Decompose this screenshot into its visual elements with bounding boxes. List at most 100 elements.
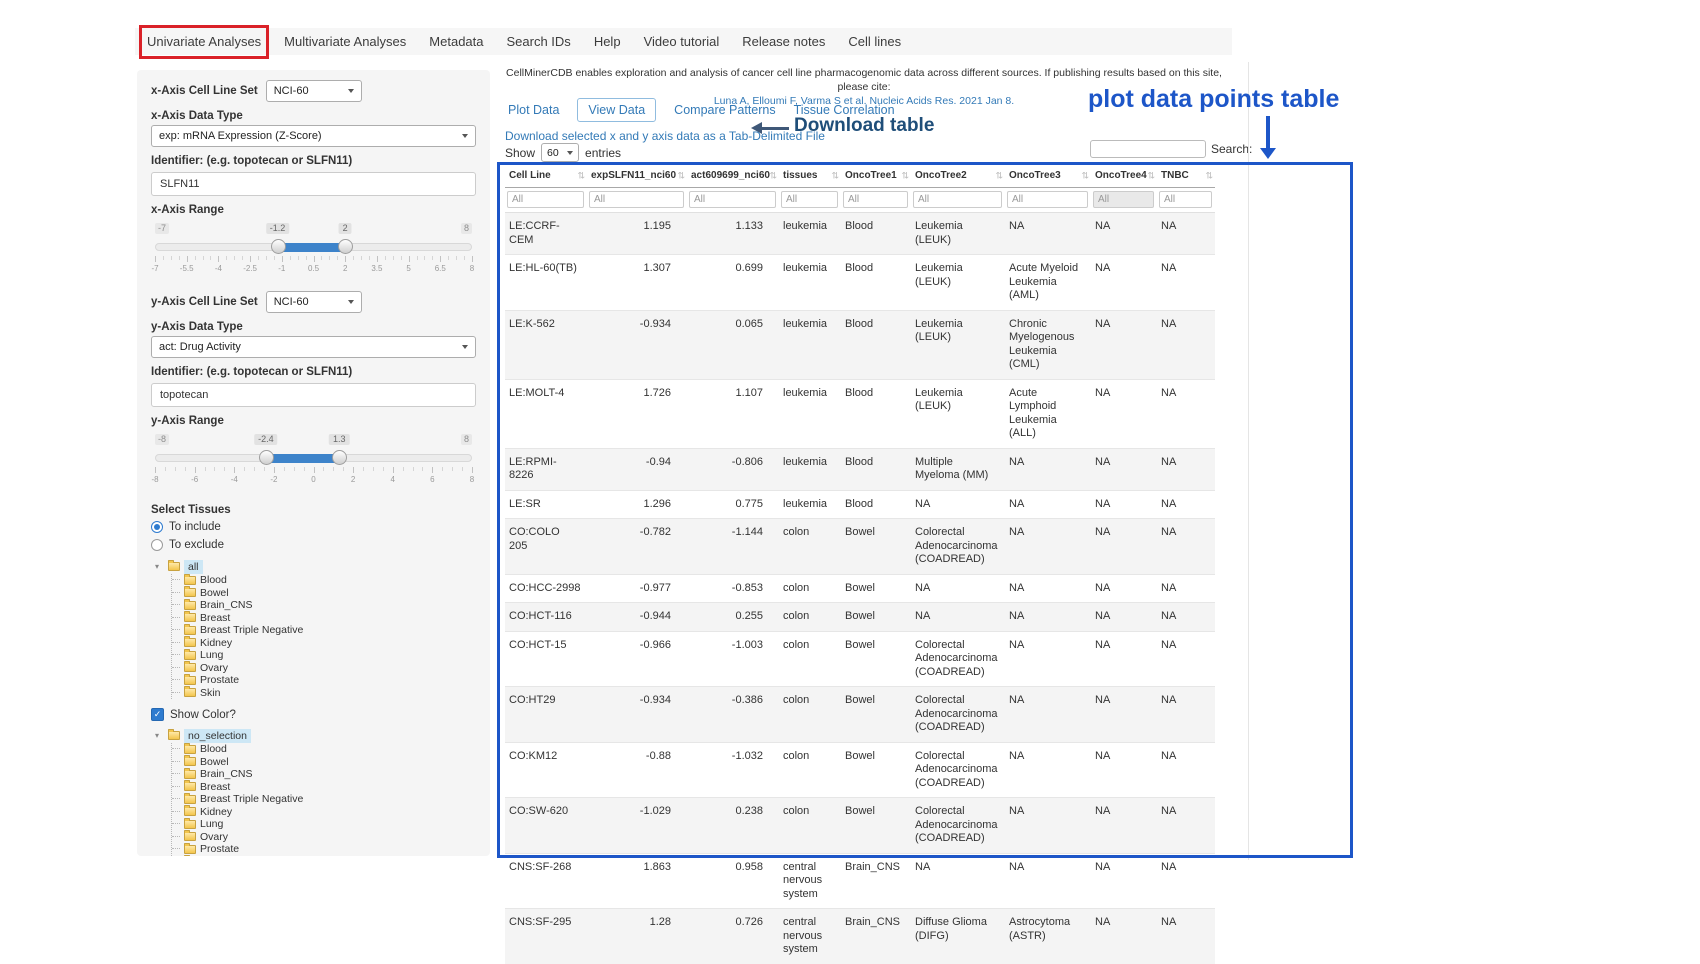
table-row-le-rpmi-8226[interactable]: LE:RPMI-8226-0.94-0.806leukemiaBloodMult…	[505, 448, 1215, 490]
tree-toggle-icon[interactable]: ▾	[155, 731, 164, 740]
slider-tick-label: 5	[406, 264, 410, 273]
include-tree-item-bowel[interactable]: Bowel	[172, 587, 476, 600]
color-tree-item-lung[interactable]: Lung	[172, 818, 476, 831]
table-row-co-km12[interactable]: CO:KM12-0.88-1.032colonBowelColorectal A…	[505, 742, 1215, 798]
nav-item-cell-lines[interactable]: Cell lines	[848, 34, 901, 49]
x-identifier-input[interactable]	[151, 172, 476, 196]
table-row-le-ccrf-cem[interactable]: LE:CCRF-CEM1.1951.133leukemiaBloodLeukem…	[505, 213, 1215, 255]
cell-tnbc: NA	[1157, 490, 1215, 519]
y-data-type-select[interactable]: act: Drug Activity	[151, 336, 476, 358]
table-container: Cell Line⇅expSLFN11_nci60⇅act609699_nci6…	[505, 164, 1215, 964]
slider-handle-low[interactable]	[259, 450, 274, 465]
slider-tick	[218, 256, 219, 262]
cell-act609699-nci60: -1.032	[687, 742, 779, 798]
cell-expslfn11-nci60: 1.307	[587, 255, 687, 311]
include-tree-item-breast-triple-negative[interactable]: Breast Triple Negative	[172, 624, 476, 637]
column-header-tissues[interactable]: tissues⇅	[779, 164, 841, 188]
show-color-toggle[interactable]: ✓ Show Color?	[151, 707, 476, 722]
color-tree-item-skin[interactable]: Skin	[172, 856, 476, 857]
table-search-input[interactable]	[1090, 140, 1206, 158]
column-header-oncotree4[interactable]: OncoTree4⇅	[1091, 164, 1157, 188]
column-filter-expslfn11-nci60[interactable]	[589, 191, 684, 208]
x-data-type-select[interactable]: exp: mRNA Expression (Z-Score)	[151, 125, 476, 147]
color-tree-root[interactable]: ▾no_selection	[155, 728, 476, 743]
cell-oncotree1: Brain_CNS	[841, 909, 911, 964]
table-row-le-k-562[interactable]: LE:K-562-0.9340.065leukemiaBloodLeukemia…	[505, 310, 1215, 379]
color-tree-item-prostate[interactable]: Prostate	[172, 843, 476, 856]
nav-item-multivariate-analyses[interactable]: Multivariate Analyses	[284, 34, 406, 49]
cell-tnbc: NA	[1157, 379, 1215, 448]
column-filter-oncotree4[interactable]	[1093, 191, 1154, 208]
include-tree-root[interactable]: ▾all	[155, 559, 476, 574]
tab-compare-patterns[interactable]: Compare Patterns	[674, 99, 775, 121]
tree-item-label: Lung	[200, 649, 223, 661]
column-header-oncotree3[interactable]: OncoTree3⇅	[1005, 164, 1091, 188]
table-row-le-hl-60-tb[interactable]: LE:HL-60(TB)1.3070.699leukemiaBloodLeuke…	[505, 255, 1215, 311]
entries-select[interactable]: 60	[541, 143, 579, 162]
column-filter-oncotree3[interactable]	[1007, 191, 1088, 208]
cell-tissues: colon	[779, 631, 841, 687]
folder-icon	[184, 770, 196, 779]
download-data-link[interactable]: Download selected x and y axis data as a…	[505, 129, 825, 143]
filter-cell	[505, 188, 587, 213]
column-filter-cell-line[interactable]	[507, 191, 584, 208]
table-row-cns-sf-295[interactable]: CNS:SF-2951.280.726central nervous syste…	[505, 909, 1215, 964]
table-row-le-molt-4[interactable]: LE:MOLT-41.7261.107leukemiaBloodLeukemia…	[505, 379, 1215, 448]
color-tree-item-blood[interactable]: Blood	[172, 743, 476, 756]
nav-item-metadata[interactable]: Metadata	[429, 34, 483, 49]
include-tree-item-kidney[interactable]: Kidney	[172, 637, 476, 650]
nav-item-help[interactable]: Help	[594, 34, 621, 49]
nav-item-search-ids[interactable]: Search IDs	[507, 34, 571, 49]
column-header-act609699-nci60[interactable]: act609699_nci60⇅	[687, 164, 779, 188]
to-exclude-radio[interactable]: To exclude	[151, 537, 476, 553]
include-tree-item-lung[interactable]: Lung	[172, 649, 476, 662]
tab-view-data[interactable]: View Data	[577, 98, 656, 122]
y-cell-line-set-select[interactable]: NCI-60	[266, 291, 362, 313]
color-tree-item-kidney[interactable]: Kidney	[172, 806, 476, 819]
table-row-le-sr[interactable]: LE:SR1.2960.775leukemiaBloodNANANANA	[505, 490, 1215, 519]
column-filter-tnbc[interactable]	[1159, 191, 1212, 208]
slider-handle-high[interactable]	[332, 450, 347, 465]
cell-cell-line: LE:MOLT-4	[505, 379, 587, 448]
nav-item-univariate-analyses[interactable]: Univariate Analyses	[147, 34, 261, 49]
slider-handle-high[interactable]	[338, 239, 353, 254]
column-filter-oncotree1[interactable]	[843, 191, 908, 208]
table-row-co-hct-116[interactable]: CO:HCT-116-0.9440.255colonBowelNANANANA	[505, 603, 1215, 632]
tree-item-label: Breast	[200, 781, 230, 793]
table-row-co-hct-15[interactable]: CO:HCT-15-0.966-1.003colonBowelColorecta…	[505, 631, 1215, 687]
x-cell-line-set-select[interactable]: NCI-60	[266, 80, 362, 102]
column-header-oncotree2[interactable]: OncoTree2⇅	[911, 164, 1005, 188]
include-tree-item-blood[interactable]: Blood	[172, 574, 476, 587]
column-header-cell-line[interactable]: Cell Line⇅	[505, 164, 587, 188]
nav-item-release-notes[interactable]: Release notes	[742, 34, 825, 49]
color-tree-item-brain-cns[interactable]: Brain_CNS	[172, 768, 476, 781]
include-tree-item-ovary[interactable]: Ovary	[172, 662, 476, 675]
table-row-co-ht29[interactable]: CO:HT29-0.934-0.386colonBowelColorectal …	[505, 687, 1215, 743]
slider-handle-low[interactable]	[271, 239, 286, 254]
color-tree-item-breast[interactable]: Breast	[172, 781, 476, 794]
tree-toggle-icon[interactable]: ▾	[155, 562, 164, 571]
column-filter-act609699-nci60[interactable]	[689, 191, 776, 208]
column-header-expslfn11-nci60[interactable]: expSLFN11_nci60⇅	[587, 164, 687, 188]
tab-plot-data[interactable]: Plot Data	[508, 99, 559, 121]
color-tree-item-breast-triple-negative[interactable]: Breast Triple Negative	[172, 793, 476, 806]
column-header-oncotree1[interactable]: OncoTree1⇅	[841, 164, 911, 188]
column-filter-oncotree2[interactable]	[913, 191, 1002, 208]
table-row-co-colo-205[interactable]: CO:COLO 205-0.782-1.144colonBowelColorec…	[505, 519, 1215, 575]
color-tree-item-ovary[interactable]: Ovary	[172, 831, 476, 844]
include-tree-item-brain-cns[interactable]: Brain_CNS	[172, 599, 476, 612]
y-identifier-input[interactable]	[151, 383, 476, 407]
slider-minor-tick	[242, 256, 243, 260]
column-filter-tissues[interactable]	[781, 191, 838, 208]
include-tree-item-skin[interactable]: Skin	[172, 687, 476, 700]
include-tree-item-breast[interactable]: Breast	[172, 612, 476, 625]
table-row-co-sw-620[interactable]: CO:SW-620-1.0290.238colonBowelColorectal…	[505, 798, 1215, 854]
to-include-radio[interactable]: To include	[151, 519, 476, 535]
show-color-checkbox[interactable]: ✓	[151, 708, 164, 721]
include-tree-item-prostate[interactable]: Prostate	[172, 674, 476, 687]
column-header-tnbc[interactable]: TNBC⇅	[1157, 164, 1215, 188]
table-row-cns-sf-268[interactable]: CNS:SF-2681.8630.958central nervous syst…	[505, 853, 1215, 909]
table-row-co-hcc-2998[interactable]: CO:HCC-2998-0.977-0.853colonBowelNANANAN…	[505, 574, 1215, 603]
nav-item-video-tutorial[interactable]: Video tutorial	[644, 34, 720, 49]
color-tree-item-bowel[interactable]: Bowel	[172, 756, 476, 769]
